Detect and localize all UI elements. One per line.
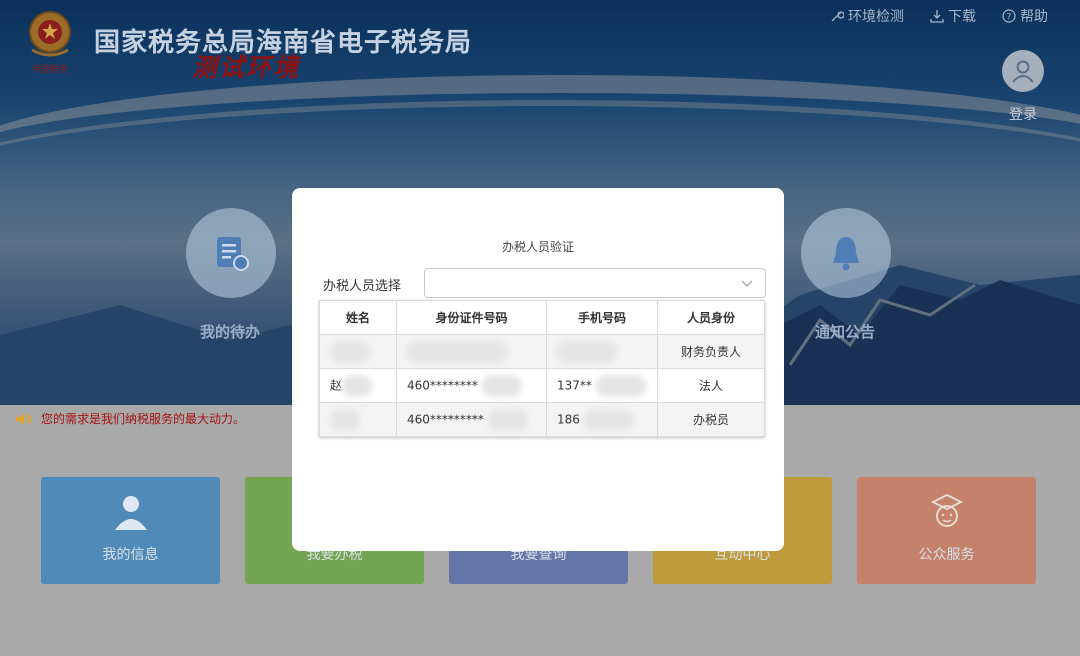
cell-role: 办税员 [657, 402, 765, 437]
table-row[interactable]: 460********* 186 办税员 [319, 402, 765, 437]
staff-select-label: 办税人员选择 [323, 279, 402, 294]
col-role: 人员身份 [657, 300, 765, 335]
cell-role: 财务负责人 [657, 334, 765, 369]
svg-text:?: ? [1007, 13, 1012, 23]
help-label: 帮助 [1020, 9, 1048, 25]
cell-name: 赵 [319, 368, 397, 403]
service-agent-icon [930, 493, 963, 527]
env-check-link[interactable]: 环境检测 [830, 6, 904, 26]
wrench-icon [831, 11, 844, 22]
download-link[interactable]: 下载 [930, 6, 976, 26]
test-environment-label: 测试环境 [192, 53, 301, 82]
notice-bar: 您的需求是我们纳税服务的最大动力。 [15, 410, 245, 427]
notice-button[interactable] [801, 208, 891, 298]
cell-id: 460******** [396, 368, 547, 403]
cell-phone [546, 334, 658, 369]
table-header-row: 姓名 身份证件号码 手机号码 人员身份 [319, 300, 765, 335]
col-name: 姓名 [319, 300, 397, 335]
chevron-down-icon [741, 280, 753, 287]
notice-text: 您的需求是我们纳税服务的最大动力。 [41, 412, 246, 426]
cell-id [396, 334, 547, 369]
dialog-title: 办税人员验证 [501, 240, 574, 254]
task-list-icon [217, 237, 249, 271]
help-icon: ? [1002, 9, 1016, 23]
col-phone: 手机号码 [546, 300, 658, 335]
env-check-label: 环境检测 [848, 9, 904, 25]
tile-label: 我的信息 [102, 547, 159, 563]
my-todo-button[interactable] [186, 208, 276, 298]
tile-public-service[interactable]: 公众服务 [857, 477, 1036, 584]
login-button[interactable]: 登录 [1002, 50, 1044, 124]
taxpayer-verification-dialog: 办税人员验证 办税人员选择 姓名 身份证件号码 手机号码 人员身份 财务负责人 … [292, 188, 784, 551]
bell-icon [833, 237, 859, 271]
notice-label: 通知公告 [815, 323, 876, 341]
table-row[interactable]: 财务负责人 [319, 334, 765, 369]
staff-table: 姓名 身份证件号码 手机号码 人员身份 财务负责人 赵 460******** … [319, 300, 765, 437]
download-icon [930, 10, 944, 23]
tile-label: 公众服务 [918, 547, 975, 563]
cell-role: 法人 [657, 368, 765, 403]
user-icon [114, 496, 147, 530]
user-icon [1012, 60, 1034, 83]
cell-phone: 137** [546, 368, 658, 403]
top-links: 环境检测 下载 ? 帮助 [830, 6, 1048, 26]
tax-emblem-logo: 中国税务 [29, 11, 71, 75]
cell-name [319, 402, 397, 437]
cell-id: 460********* [396, 402, 547, 437]
download-label: 下载 [948, 9, 976, 25]
my-todo-label: 我的待办 [200, 323, 261, 341]
cell-name [319, 334, 397, 369]
col-id-number: 身份证件号码 [396, 300, 547, 335]
speaker-icon [16, 412, 32, 425]
help-link[interactable]: ? 帮助 [1002, 6, 1048, 26]
login-label: 登录 [1009, 107, 1037, 123]
tile-my-info[interactable]: 我的信息 [41, 477, 220, 584]
table-row[interactable]: 赵 460******** 137** 法人 [319, 368, 765, 403]
staff-select[interactable] [424, 268, 766, 298]
svg-text:中国税务: 中国税务 [32, 63, 68, 75]
cell-phone: 186 [546, 402, 658, 437]
